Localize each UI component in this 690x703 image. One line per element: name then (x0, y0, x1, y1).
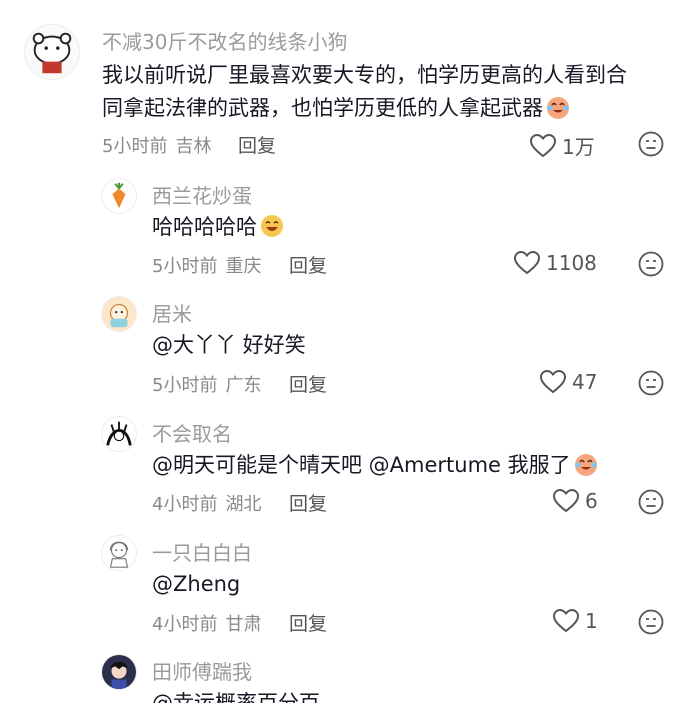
reply-time: 4小时前 (152, 614, 218, 635)
user-avatar[interactable] (101, 296, 137, 332)
comment-item: 不减30斤不改名的线条小狗 我以前听说厂里最喜欢要大专的，怕学历更高的人看到合 … (0, 0, 690, 170)
reply-text: @大丫丫 好好笑 (152, 333, 306, 357)
reply-username[interactable]: 田师傅踹我 (152, 656, 252, 685)
unhappy-face-icon (638, 370, 664, 396)
heart-outline-icon (553, 489, 579, 513)
dislike-button[interactable] (638, 251, 664, 277)
reply-button[interactable]: 回复 (289, 489, 327, 516)
comment-meta: 5小时前 吉林 (102, 132, 211, 158)
reply-item: 田师傅踹我 @幸运概率百分百 (0, 650, 690, 703)
reply-username[interactable]: 不会取名 (152, 418, 232, 447)
dislike-button[interactable] (638, 489, 664, 515)
user-avatar[interactable] (101, 416, 137, 452)
heart-outline-icon (530, 133, 556, 157)
reply-item: 一只白白白 @Zheng 4小时前 甘肃 回复 1 (0, 530, 690, 650)
like-button[interactable]: 1万 (530, 131, 595, 160)
comment-time: 5小时前 (102, 136, 168, 157)
like-button[interactable]: 1108 (514, 251, 597, 275)
reply-meta: 5小时前 重庆 (152, 252, 261, 278)
like-count: 1 (585, 609, 598, 633)
reply-text: @幸运概率百分百 (152, 691, 320, 703)
reply-location: 重庆 (225, 256, 262, 277)
unhappy-face-icon (638, 489, 664, 515)
like-button[interactable]: 47 (540, 370, 597, 394)
reply-location: 广东 (225, 375, 262, 396)
reply-item: 居米 @大丫丫 好好笑 5小时前 广东 回复 47 (0, 290, 690, 410)
reply-meta: 4小时前 甘肃 (152, 610, 261, 636)
laughing-crying-emoji (573, 451, 599, 477)
unhappy-face-icon (638, 251, 664, 277)
heart-outline-icon (553, 609, 579, 633)
like-count: 6 (585, 489, 598, 513)
reply-time: 4小时前 (152, 494, 218, 515)
girl-avatar-icon (102, 536, 136, 570)
dislike-button[interactable] (638, 609, 664, 635)
user-avatar[interactable] (101, 535, 137, 571)
reply-button[interactable]: 回复 (238, 131, 276, 158)
reply-button[interactable]: 回复 (289, 609, 327, 636)
dog-avatar-icon (25, 25, 79, 79)
user-avatar[interactable] (24, 24, 80, 80)
reply-text: @Zheng (152, 572, 241, 596)
reply-button[interactable]: 回复 (289, 251, 327, 278)
dislike-button[interactable] (638, 370, 664, 396)
dislike-button[interactable] (638, 131, 664, 157)
reply-username[interactable]: 居米 (152, 298, 192, 327)
reply-text: @明天可能是个晴天吧 @Amertume 我服了 (152, 453, 571, 477)
reply-text: 哈哈哈哈哈 (152, 215, 257, 239)
reply-location: 湖北 (225, 494, 262, 515)
comment-text-line: 我以前听说厂里最喜欢要大专的，怕学历更高的人看到合 (102, 63, 627, 87)
reply-time: 5小时前 (152, 256, 218, 277)
reply-username[interactable]: 一只白白白 (152, 537, 252, 566)
comment-text-line: 同拿起法律的武器，也怕学历更低的人拿起武器 (102, 91, 571, 125)
grinning-emoji (259, 213, 285, 239)
reply-username[interactable]: 西兰花炒蛋 (152, 180, 252, 209)
comment-text: 同拿起法律的武器，也怕学历更低的人拿起武器 (102, 96, 543, 120)
reply-time: 5小时前 (152, 375, 218, 396)
laughing-crying-emoji (545, 94, 571, 120)
reply-location: 甘肃 (225, 614, 262, 635)
heart-outline-icon (540, 370, 566, 394)
like-count: 47 (572, 370, 598, 394)
unhappy-face-icon (638, 131, 664, 157)
anime-avatar-icon (102, 655, 136, 689)
carrot-avatar-icon (102, 179, 136, 213)
sketch-avatar-icon (102, 417, 136, 451)
comment-username[interactable]: 不减30斤不改名的线条小狗 (102, 26, 347, 55)
like-count: 1108 (546, 251, 597, 275)
reply-text-line: 哈哈哈哈哈 (152, 210, 285, 244)
like-button[interactable]: 1 (553, 609, 598, 633)
user-avatar[interactable] (101, 178, 137, 214)
unhappy-face-icon (638, 609, 664, 635)
reply-meta: 5小时前 广东 (152, 371, 261, 397)
reply-text-line: @明天可能是个晴天吧 @Amertume 我服了 (152, 448, 599, 482)
cartoon-avatar-icon (102, 297, 136, 331)
comment-location: 吉林 (175, 136, 212, 157)
like-count: 1万 (562, 135, 595, 159)
reply-item: 西兰花炒蛋 哈哈哈哈哈 5小时前 重庆 回复 1108 (0, 170, 690, 290)
reply-item: 不会取名 @明天可能是个晴天吧 @Amertume 我服了 4小时前 湖北 回复 … (0, 410, 690, 530)
user-avatar[interactable] (101, 654, 137, 690)
reply-button[interactable]: 回复 (289, 370, 327, 397)
heart-outline-icon (514, 251, 540, 275)
like-button[interactable]: 6 (553, 489, 598, 513)
reply-meta: 4小时前 湖北 (152, 490, 261, 516)
